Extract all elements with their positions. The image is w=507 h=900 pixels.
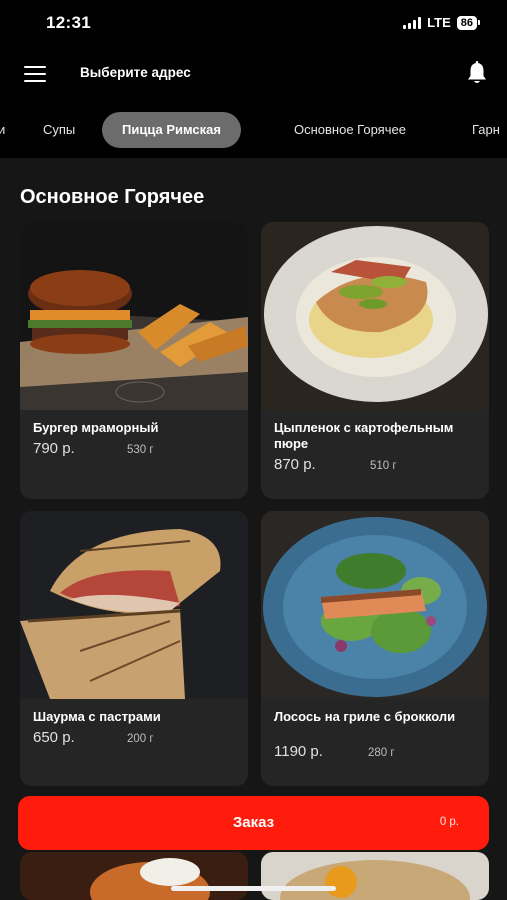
hamburger-menu-icon[interactable] (24, 66, 46, 82)
product-card[interactable]: Шаурма с пастрами 650 р. 200 г (20, 511, 248, 786)
signal-icon (403, 16, 422, 29)
product-price: 650 р. (33, 729, 75, 746)
status-time: 12:31 (46, 13, 91, 32)
product-weight: 510 г (370, 460, 397, 472)
tab-previous[interactable]: и (0, 112, 5, 148)
bell-icon[interactable] (465, 60, 489, 86)
product-card[interactable]: Лосось на гриле с брокколи 1190 р. 280 г (261, 511, 489, 786)
tab-main-hot[interactable]: Основное Горячее (294, 112, 406, 148)
product-photo-pasta (20, 852, 248, 900)
tab-soups[interactable]: Супы (43, 112, 75, 148)
product-photo-salmon (261, 511, 489, 699)
product-name: Лосось на гриле с брокколи (274, 709, 456, 724)
battery-icon: 86 (456, 15, 481, 30)
address-selector[interactable]: Выберите адрес (80, 65, 191, 80)
tab-sides[interactable]: Гарн (472, 112, 500, 148)
home-indicator[interactable] (171, 886, 336, 891)
order-label: Заказ (232, 814, 275, 831)
status-indicators: LTE 86 (403, 15, 481, 30)
order-total: 0 р. (439, 816, 459, 828)
battery-level: 86 (460, 16, 473, 29)
product-name: Бургер мраморный (33, 420, 159, 435)
product-name: Цыпленок с картофельным пюре (274, 420, 454, 451)
product-photo-chicken (261, 222, 489, 410)
product-name: Шаурма с пастрами (33, 709, 161, 724)
product-price: 790 р. (33, 440, 75, 457)
product-weight: 530 г (127, 444, 154, 456)
product-weight: 200 г (127, 733, 154, 745)
section-title: Основное Горячее (20, 186, 205, 208)
network-type: LTE (427, 15, 451, 30)
product-price: 1190 р. (274, 743, 323, 760)
product-weight: 280 г (368, 747, 395, 759)
app-header: Выберите адрес (0, 46, 507, 102)
product-card[interactable]: Цыпленок с картофельным пюре 870 р. 510 … (261, 222, 489, 499)
order-button[interactable]: Заказ 0 р. (18, 796, 489, 850)
status-bar: 12:31 LTE 86 (0, 0, 507, 46)
product-card[interactable]: Бургер мраморный 790 р. 530 г (20, 222, 248, 499)
product-photo-carbonara (261, 852, 489, 900)
category-tabs: и Супы Пицца Римская Основное Горячее Га… (0, 102, 507, 158)
tab-pizza-roman[interactable]: Пицца Римская (102, 112, 241, 148)
product-photo-burger (20, 222, 248, 410)
product-photo-shawarma (20, 511, 248, 699)
product-price: 870 р. (274, 456, 316, 473)
